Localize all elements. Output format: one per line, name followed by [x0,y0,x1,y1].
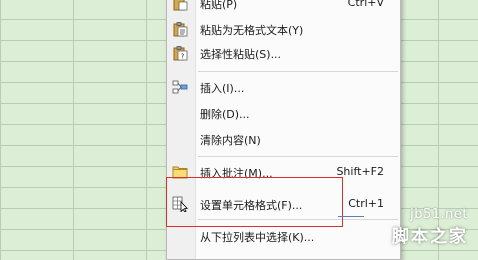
menu-item-shortcut: Ctrl+1 [348,197,384,210]
menu-item-paste-plain-text[interactable]: 粘贴为无格式文本(Y) [167,17,400,41]
menu-item-pick-from-dropdown[interactable]: 从下拉列表中选择(K)... [167,224,400,248]
paste-text-icon [172,21,188,37]
menu-separator [198,156,398,157]
menu-item-shortcut: Ctrl+V [347,0,384,9]
paste-icon [172,0,188,11]
menu-item-delete[interactable]: 删除(D)... [167,101,400,125]
menu-item-label: 清除内容(N) [200,134,261,147]
menu-item-label: 删除(D)... [200,108,250,121]
menu-item-insert[interactable]: 插入(I)... [167,75,400,99]
paste-special-icon: ? [172,45,188,61]
menu-item-label: 从下拉列表中选择(K)... [200,231,315,244]
menu-item-label: 粘贴为无格式文本(Y) [200,24,304,37]
menu-item-paste-special[interactable]: ? 选择性粘贴(S)... [167,41,400,65]
highlight-annotation-box [166,177,343,227]
menu-item-label: 选择性粘贴(S)... [200,48,282,61]
menu-item-label: 插入(I)... [200,82,245,95]
menu-separator [198,71,398,72]
menu-item-paste[interactable]: 粘贴(P) Ctrl+V [167,0,400,15]
insert-cells-icon [172,79,188,95]
watermark: jb51.net 脚本之家 [392,207,468,247]
svg-text:?: ? [181,53,185,61]
watermark-brand: 脚本之家 [392,227,468,247]
blue-connector-line [338,216,364,217]
menu-item-shortcut: Shift+F2 [336,165,384,178]
menu-item-clear-contents[interactable]: 清除内容(N) [167,127,400,151]
menu-item-label: 粘贴(P) [200,0,238,11]
watermark-domain: jb51.net [410,207,468,222]
